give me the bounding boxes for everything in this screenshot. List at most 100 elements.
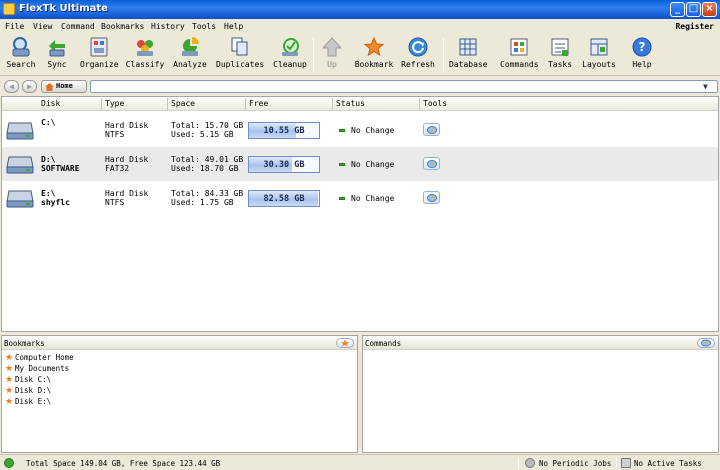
status-ok-icon (4, 458, 14, 468)
bookmarks-panel: Bookmarks ★ Computer Home ★ My Documents ★… (1, 335, 358, 453)
search-icon (12, 37, 30, 57)
disk-tools-button[interactable] (423, 123, 440, 136)
commands-button[interactable]: Commands (500, 36, 539, 74)
commands-panel-header: Commands (363, 336, 718, 350)
disk-status: No Change (351, 126, 395, 135)
disk-status: No Change (351, 194, 395, 203)
bookmarks-panel-header: Bookmarks (2, 336, 357, 350)
sync-icon (49, 40, 65, 57)
commands-panel: Commands (362, 335, 719, 453)
hard-disk-icon (6, 122, 34, 140)
disk-filesystem: NTFS (105, 198, 125, 207)
hard-disk-icon (6, 156, 34, 174)
space-summary: Total Space 149.04 GB, Free Space 123.44… (26, 459, 221, 468)
database-icon (459, 38, 477, 56)
menu-tools[interactable]: Tools (192, 22, 216, 31)
forward-button[interactable]: ▶ (22, 80, 37, 93)
menu-help[interactable]: Help (224, 22, 243, 31)
disk-list: Disk Type Space Free Status Tools C:\ Ha… (1, 96, 719, 332)
back-button[interactable]: ◀ (4, 80, 19, 93)
home-icon (45, 83, 54, 91)
disk-tools-icon (427, 160, 437, 168)
list-header: Disk Type Space Free Status Tools (2, 97, 718, 111)
column-disk[interactable]: Disk (41, 99, 60, 108)
bookmark-item[interactable]: ★ Disk E:\ (5, 396, 51, 407)
bookmark-item[interactable]: ★ My Documents (5, 363, 69, 374)
free-space-value: 10.55 GB (263, 126, 305, 136)
title-bar: FlexTk Ultimate _ □ × (0, 0, 720, 19)
organize-button[interactable]: Organize (80, 36, 119, 74)
column-tools[interactable]: Tools (423, 99, 447, 108)
help-button[interactable]: ? Help (630, 36, 654, 74)
duplicates-icon (231, 37, 248, 56)
commands-panel-button[interactable] (697, 338, 715, 348)
disk-tools-button[interactable] (423, 191, 440, 204)
bookmark-item[interactable]: ★ Disk C:\ (5, 374, 51, 385)
column-status[interactable]: Status (336, 99, 365, 108)
layouts-button[interactable]: Layouts (582, 36, 616, 74)
clock-icon (525, 458, 535, 468)
disk-status: No Change (351, 160, 395, 169)
star-icon (363, 36, 385, 57)
organize-icon (90, 37, 108, 57)
add-bookmark-button[interactable] (336, 338, 354, 348)
menu-view[interactable]: View (33, 22, 52, 31)
free-space-value: 30.30 GB (263, 160, 305, 170)
disk-tools-button[interactable] (423, 157, 440, 170)
classify-icon (137, 40, 153, 56)
database-button[interactable]: Database (449, 36, 488, 74)
status-ok-icon (339, 129, 345, 132)
layouts-icon (590, 38, 608, 56)
sync-button[interactable]: Sync (42, 36, 72, 74)
disk-row-e[interactable]: E:\ shyflc Hard Disk NTFS Total: 84.33 G… (2, 181, 718, 215)
disk-row-d[interactable]: D:\ SOFTWARE Hard Disk FAT32 Total: 49.0… (2, 147, 718, 181)
menu-history[interactable]: History (151, 22, 185, 31)
menu-bar: File View Command Bookmarks History Tool… (0, 19, 720, 34)
disk-row-c[interactable]: C:\ Hard Disk NTFS Total: 15.70 GB Used:… (2, 113, 718, 147)
analyze-button[interactable]: Analyze (172, 36, 208, 74)
minimize-button[interactable]: _ (670, 2, 685, 17)
menu-bookmarks[interactable]: Bookmarks (101, 22, 144, 31)
star-icon (341, 339, 349, 347)
bookmark-button[interactable]: Bookmark (354, 36, 394, 74)
commands-panel-title: Commands (365, 339, 402, 348)
disk-used: Used: 1.75 GB (171, 198, 234, 207)
column-type[interactable]: Type (105, 99, 124, 108)
status-ok-icon (339, 197, 345, 200)
duplicates-button[interactable]: Duplicates (216, 36, 264, 74)
active-tasks-status: No Active Tasks (634, 459, 702, 468)
app-icon (3, 3, 15, 15)
disk-tools-icon (427, 194, 437, 202)
column-free[interactable]: Free (249, 99, 268, 108)
cleanup-button[interactable]: Cleanup (271, 36, 309, 74)
up-button[interactable]: Up (318, 36, 346, 74)
menu-command[interactable]: Command (61, 22, 95, 31)
home-button[interactable]: Home (41, 80, 87, 93)
register-link[interactable]: Register (675, 22, 714, 31)
status-bar: Total Space 149.04 GB, Free Space 123.44… (0, 454, 720, 470)
bookmark-star-icon: ★ (5, 397, 14, 407)
path-dropdown-icon[interactable]: ▼ (703, 82, 708, 91)
tasks-button[interactable]: Tasks (547, 36, 573, 74)
classify-button[interactable]: Classify (125, 36, 165, 74)
disk-filesystem: FAT32 (105, 164, 130, 173)
path-input[interactable] (90, 80, 718, 93)
tasks-icon (551, 38, 569, 56)
maximize-button[interactable]: □ (686, 2, 701, 17)
free-space-bar: 82.58 GB (248, 190, 320, 207)
commands-icon (510, 38, 528, 56)
close-button[interactable]: × (702, 2, 717, 17)
refresh-button[interactable]: Refresh (401, 36, 435, 74)
disk-label: shyflc (41, 198, 70, 207)
menu-file[interactable]: File (5, 22, 24, 31)
column-space[interactable]: Space (171, 99, 195, 108)
cleanup-icon (282, 38, 299, 56)
bookmark-item[interactable]: ★ Computer Home (5, 352, 74, 363)
status-ok-icon (339, 163, 345, 166)
analyze-icon (182, 37, 199, 56)
window-title: FlexTk Ultimate (19, 3, 108, 14)
toolbar-separator (313, 38, 314, 72)
bookmark-item[interactable]: ★ Disk D:\ (5, 385, 51, 396)
search-button[interactable]: Search (4, 36, 38, 74)
free-space-bar: 10.55 GB (248, 122, 320, 139)
